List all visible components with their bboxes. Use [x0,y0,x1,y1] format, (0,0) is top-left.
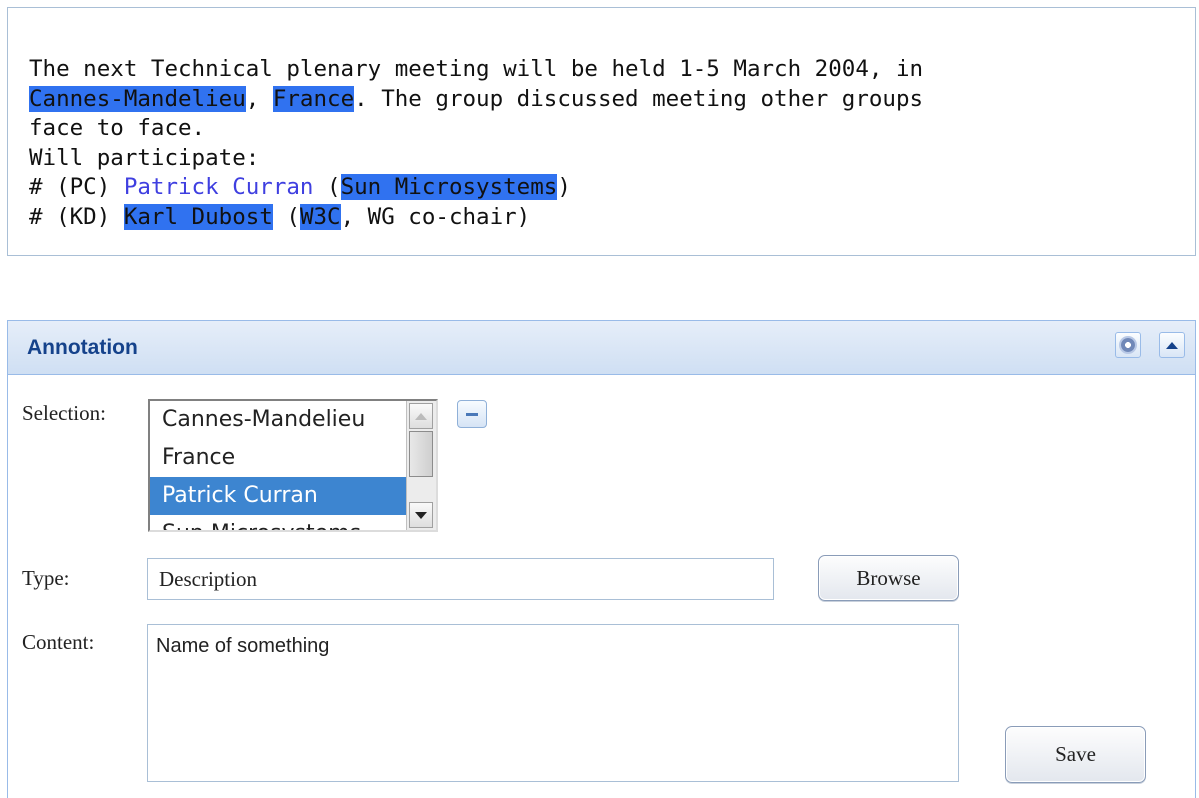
annotation-panel-header: Annotation [8,321,1195,375]
highlight-w3c[interactable]: W3C [299,203,341,230]
link-patrick-curran[interactable]: Patrick Curran [124,174,314,200]
selection-listbox[interactable]: Cannes-Mandelieu France Patrick Curran S… [148,399,438,532]
list-item[interactable]: France [150,439,406,477]
content-label: Content: [22,630,95,654]
chevron-up-icon [1166,341,1178,349]
highlight-karl-dubost[interactable]: Karl Dubost [123,203,273,230]
text-line-2-rest: . The group discussed meeting other grou… [354,85,924,112]
panel-title: Annotation [27,336,138,359]
text-line-5-prefix: # (PC) [29,174,124,200]
text-line-6-prefix: # (KD) [29,203,124,230]
text-paren-open: ( [313,174,341,200]
highlight-france[interactable]: France [272,85,355,112]
highlight-sun-microsystems[interactable]: Sun Microsystems [340,174,558,200]
remove-selection-button[interactable] [457,400,487,428]
collapse-up-icon[interactable] [1159,332,1185,358]
text-paren-close: ) [557,174,571,200]
arrow-up-icon [415,412,427,420]
selection-label: Selection: [22,401,106,425]
list-item-selected[interactable]: Patrick Curran [150,477,406,515]
browse-button[interactable]: Browse [818,555,959,601]
text-paren-open: ( [272,203,300,230]
arrow-down-icon [415,511,427,519]
text-line-3: face to face. [29,115,206,141]
text-separator: , [245,85,273,112]
type-label: Type: [22,566,70,590]
scroll-down-button[interactable] [409,502,433,528]
save-button[interactable]: Save [1005,726,1146,783]
gear-icon-glyph [1121,338,1135,352]
list-item[interactable]: Sun Microsystems [150,515,406,530]
text-line-4: Will participate: [29,144,260,171]
listbox-scrollbar[interactable] [406,401,436,530]
scroll-thumb[interactable] [409,431,433,477]
scroll-up-button[interactable] [409,403,433,429]
text-line-1: The next Technical plenary meeting will … [29,56,924,82]
document-text: The next Technical plenary meeting will … [29,55,923,232]
selection-list: Cannes-Mandelieu France Patrick Curran S… [150,401,406,530]
list-item[interactable]: Cannes-Mandelieu [150,401,406,439]
content-textarea[interactable]: Name of something [147,624,959,782]
minus-icon [466,412,478,416]
highlight-cannes-mandelieu[interactable]: Cannes-Mandelieu [29,85,246,112]
document-text-panel: The next Technical plenary meeting will … [7,7,1196,256]
type-input[interactable] [147,558,774,600]
text-line-6-rest: , WG co-chair) [340,203,531,230]
gear-icon[interactable] [1115,332,1141,358]
